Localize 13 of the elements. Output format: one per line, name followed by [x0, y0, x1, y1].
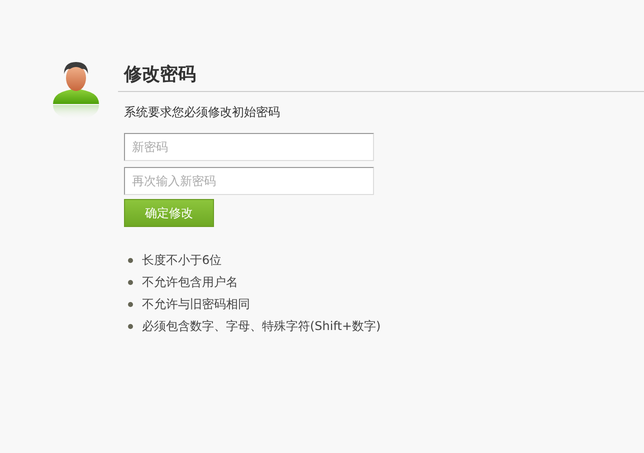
rule-text: 不允许与旧密码相同: [142, 296, 250, 312]
bullet-dot: [128, 258, 133, 262]
notice-text: 系统要求您必须修改初始密码: [124, 104, 281, 121]
rule-text: 长度不小于6位: [142, 252, 222, 268]
page-title: 修改密码: [118, 58, 644, 92]
rule-text: 不允许包含用户名: [142, 274, 238, 290]
bullet-dot: [128, 302, 133, 306]
confirm-button[interactable]: 确定修改: [124, 199, 214, 227]
password-field[interactable]: 新密码: [124, 133, 374, 161]
bullet-dot: [128, 324, 133, 328]
password-field[interactable]: 再次输入新密码: [124, 167, 374, 195]
rule-text: 必须包含数字、字母、特殊字符(Shift+数字): [142, 318, 381, 334]
bullet-dot: [128, 280, 133, 284]
